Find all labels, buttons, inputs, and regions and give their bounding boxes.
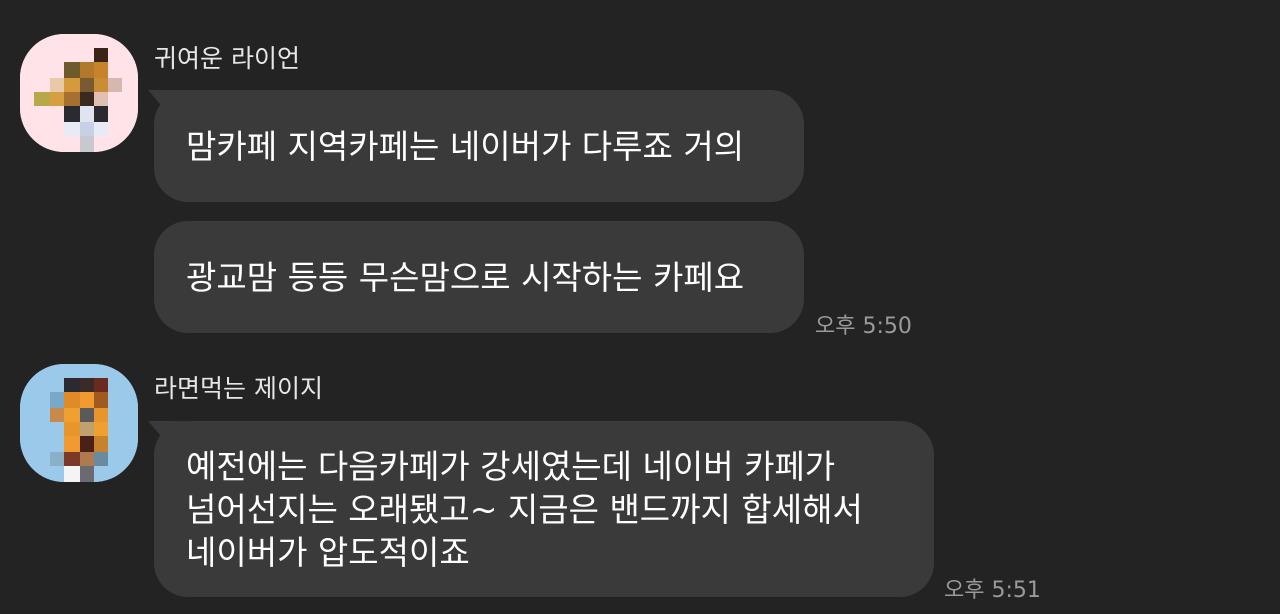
avatar-pixelated-image (20, 364, 138, 482)
avatar-pixelated-image (20, 34, 138, 152)
message-text: 예전에는 다음카페가 강세였는데 네이버 카페가 넘어선지는 오래됐고~ 지금은… (186, 446, 863, 572)
message-time: 오후 5:51 (944, 578, 1041, 603)
avatar[interactable] (20, 364, 138, 482)
message-bubble[interactable]: 맘카페 지역카페는 네이버가 다루죠 거의 (154, 90, 804, 202)
message-bubble[interactable]: 광교맘 등등 무슨맘으로 시작하는 카페요 (154, 221, 804, 333)
avatar[interactable] (20, 34, 138, 152)
message-bubble[interactable]: 예전에는 다음카페가 강세였는데 네이버 카페가 넘어선지는 오래됐고~ 지금은… (154, 421, 934, 597)
message-text: 광교맘 등등 무슨맘으로 시작하는 카페요 (186, 257, 745, 297)
message-time: 오후 5:50 (815, 314, 912, 339)
sender-name: 귀여운 라이언 (154, 44, 300, 73)
sender-name: 라면먹는 제이지 (154, 374, 323, 403)
message-text: 맘카페 지역카페는 네이버가 다루죠 거의 (186, 126, 745, 166)
